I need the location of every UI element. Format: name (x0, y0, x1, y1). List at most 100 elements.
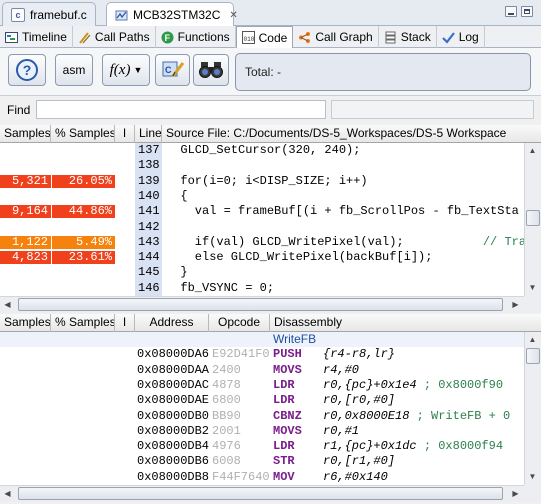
operands: r4,#0 (323, 362, 360, 377)
source-vertical-scrollbar[interactable]: ▲ ▼ (524, 143, 541, 296)
scroll-corner (524, 485, 541, 502)
table-row[interactable]: 0x08000DB8 F44F7640 MOV r6,#0x140 (0, 470, 524, 485)
disassembly-cell: MOVS r0,#1 (273, 424, 524, 439)
source-horizontal-scrollbar[interactable]: ◀ ▶ (0, 296, 524, 313)
function-label: WriteFB (273, 332, 317, 346)
tab-call-graph[interactable]: Call Graph (293, 26, 379, 48)
help-button[interactable]: ? (8, 54, 46, 86)
mnemonic: MOVS (273, 423, 302, 438)
samples-cell: 9,164 (11, 204, 48, 219)
scroll-up-icon[interactable]: ▲ (525, 332, 540, 347)
toolbar: ? asm f(x) ▼ C Total: - (0, 48, 541, 96)
scroll-thumb[interactable] (18, 487, 503, 500)
scroll-thumb[interactable] (526, 348, 540, 364)
column-samples[interactable]: Samples (0, 125, 51, 143)
find-label: Find (7, 103, 31, 117)
close-tab-icon[interactable]: ✕ (229, 10, 237, 21)
table-row[interactable]: 140 { (0, 189, 524, 204)
tab-call-paths[interactable]: Call Paths (73, 26, 156, 48)
minimize-icon[interactable] (505, 6, 517, 17)
find-input[interactable] (36, 100, 326, 119)
disassembly-cell: STR r0,[r1,#0] (273, 454, 524, 469)
disassembly-cell: MOV r6,#0x140 (273, 470, 524, 485)
disasm-horizontal-scrollbar[interactable]: ◀ ▶ (0, 485, 524, 502)
scroll-left-icon[interactable]: ◀ (0, 297, 15, 312)
scroll-down-icon[interactable]: ▼ (525, 280, 540, 295)
address-cell: 0x08000DB6 (137, 454, 209, 469)
table-row[interactable]: 138 (0, 158, 524, 173)
disassembly-cell: MOVS r4,#0 (273, 363, 524, 378)
tab-code[interactable]: 010 Code (235, 26, 294, 48)
table-row[interactable]: 0x08000DA6 E92D41F0 PUSH {r4-r8,lr} (0, 347, 524, 362)
tab-label: Call Paths (94, 30, 150, 44)
scroll-up-icon[interactable]: ▲ (525, 143, 540, 158)
table-row[interactable]: 9,164 44.86% 141 val = frameBuf[(i + fb_Sc… (0, 204, 524, 219)
source-code: val = frameBuf[(i + fb_ScrollPos - fb_Te… (166, 204, 519, 219)
column-i[interactable]: I (115, 125, 135, 143)
mnemonic: PUSH (273, 347, 302, 362)
asm-toggle-button[interactable]: asm (55, 54, 93, 86)
column-pct-samples[interactable]: % Samples (51, 314, 115, 332)
column-disassembly[interactable]: Disassembly (270, 314, 541, 332)
table-row[interactable]: 0x08000DB2 2001 MOVS r0,#1 (0, 424, 524, 439)
operands: r0,{pc}+0x1e4 (323, 377, 417, 392)
table-row[interactable]: 0x08000DAC 4878 LDR r0,{pc}+0x1e4 ; 0x8000f… (0, 378, 524, 393)
scroll-right-icon[interactable]: ▶ (508, 297, 523, 312)
stack-icon (384, 31, 397, 44)
column-pct-samples[interactable]: % Samples (51, 125, 115, 143)
table-row[interactable]: 137 GLCD_SetCursor(320, 240); (0, 143, 524, 158)
source-code: { (166, 188, 188, 203)
pct-samples-cell: 23.61% (68, 250, 112, 265)
mnemonic: MOV (273, 469, 295, 484)
scroll-thumb[interactable] (18, 298, 503, 311)
function-select-button[interactable]: f(x) ▼ (102, 54, 150, 86)
tab-label: Stack (400, 30, 431, 44)
column-address[interactable]: Address (135, 314, 209, 332)
opcode-cell: 4878 (212, 377, 241, 392)
tab-log[interactable]: Log (437, 26, 485, 48)
pct-samples-cell: 44.86% (68, 204, 112, 219)
source-code: fb_VSYNC = 0; (166, 280, 275, 295)
operands: {r4-r8,lr} (323, 347, 396, 362)
edit-source-button[interactable]: C (155, 54, 190, 86)
find-bar: Find (0, 96, 541, 124)
svg-text:F: F (164, 33, 170, 43)
tab-framebuf-c[interactable]: c framebuf.c (2, 2, 96, 26)
scroll-thumb[interactable] (526, 210, 540, 226)
tab-label: Call Graph (315, 30, 373, 44)
column-samples[interactable]: Samples (0, 314, 51, 332)
total-label: Total: - (245, 65, 282, 79)
table-row[interactable]: 0x08000DB0 BB90 CBNZ r0,0x8000E18 ; WriteFB… (0, 409, 524, 424)
code-comment: ; 0x8000f94 (416, 439, 504, 454)
column-opcode[interactable]: Opcode (209, 314, 270, 332)
mnemonic: MOVS (273, 362, 302, 377)
maximize-icon[interactable] (521, 6, 533, 17)
column-source-file[interactable]: Source File: C:/Documents/DS-5_Workspace… (162, 125, 541, 143)
scroll-down-icon[interactable]: ▼ (525, 469, 540, 484)
table-row[interactable]: 0x08000DAA 2400 MOVS r4,#0 (0, 363, 524, 378)
table-row[interactable]: 146 fb_VSYNC = 0; (0, 281, 524, 296)
table-row[interactable]: 0x08000DB4 4976 LDR r1,{pc}+0x1dc ; 0x8000f… (0, 439, 524, 454)
disasm-vertical-scrollbar[interactable]: ▲ ▼ (524, 332, 541, 485)
column-line[interactable]: Line (135, 125, 162, 143)
line-number: 141 (138, 204, 160, 219)
table-row[interactable]: 145 } (0, 265, 524, 280)
asm-label: asm (62, 63, 86, 77)
table-row[interactable]: 5,321 26.05% 139 for(i=0; i<DISP_SIZE; i++… (0, 174, 524, 189)
table-row[interactable]: 142 (0, 220, 524, 235)
tab-mcb32stm32c[interactable]: MCB32STM32C ✕ (106, 2, 238, 27)
address-cell: 0x08000DA6 (137, 347, 209, 362)
tab-stack[interactable]: Stack (379, 26, 437, 48)
find-source-button[interactable] (193, 54, 229, 86)
table-row[interactable]: 0x08000DAE 6800 LDR r0,[r0,#0] (0, 393, 524, 408)
tab-functions[interactable]: F Functions (156, 26, 236, 48)
scroll-right-icon[interactable]: ▶ (508, 486, 523, 501)
column-i[interactable]: I (115, 314, 135, 332)
source-code: for(i=0; i<DISP_SIZE; i++) (166, 173, 368, 188)
tab-timeline[interactable]: Timeline (0, 26, 73, 48)
mnemonic: LDR (273, 377, 295, 392)
table-row[interactable]: 0x08000DB6 6008 STR r0,[r1,#0] (0, 454, 524, 469)
table-row[interactable]: 1,122 5.49% 143 if(val) GLCD_WritePixel(va… (0, 235, 524, 250)
scroll-left-icon[interactable]: ◀ (0, 486, 15, 501)
table-row[interactable]: 4,823 23.61% 144 else GLCD_WritePixel(back… (0, 250, 524, 265)
